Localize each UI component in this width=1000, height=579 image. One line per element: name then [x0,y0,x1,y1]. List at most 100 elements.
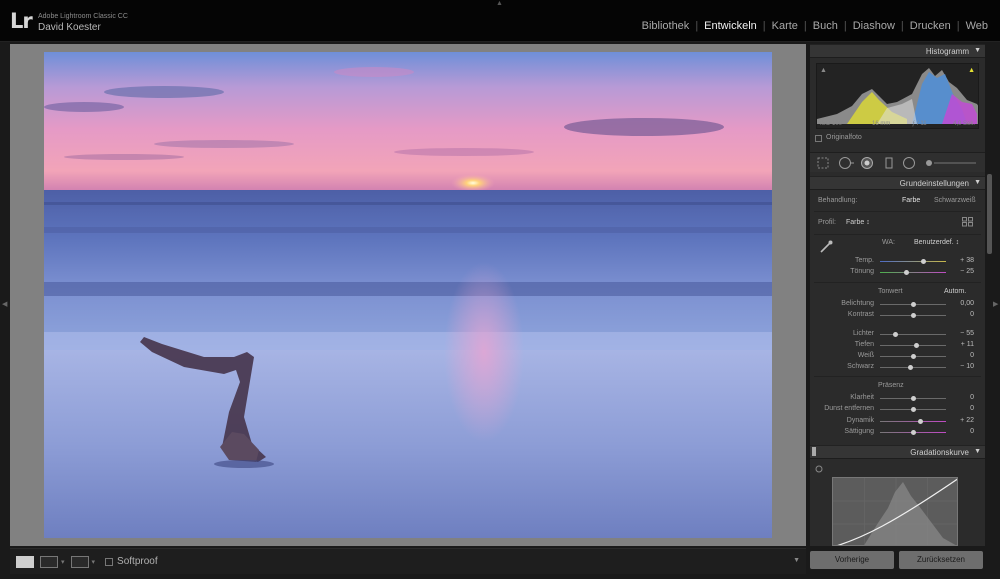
slider-knob[interactable] [911,354,916,359]
highlight-clipping-icon[interactable]: ▲ [968,67,975,74]
adjustment-brush-slider[interactable] [924,156,976,170]
crop-icon[interactable] [816,156,830,170]
slider-value[interactable]: 0,00 [948,300,974,307]
profile-dropdown[interactable]: Farbe ↕ [846,219,870,226]
photo-preview[interactable] [44,52,772,538]
slider-track[interactable] [880,345,946,346]
toolbar-content-dropdown-icon[interactable]: ▼ [793,557,800,564]
loupe-view-button[interactable] [16,555,34,568]
slider-track[interactable] [880,367,946,368]
right-panel-toggle-icon[interactable]: ▶ [993,300,998,308]
slider-value[interactable]: − 10 [948,363,974,370]
divider [814,376,981,377]
red-eye-icon[interactable] [860,156,874,170]
module-buch[interactable]: Buch [807,20,844,32]
histogram-header[interactable]: Histogramm ▼ [810,44,985,58]
slider-knob[interactable] [911,313,916,318]
slider-knob[interactable] [911,407,916,412]
histogram-chart[interactable]: ▲ ▲ ISO 100 16 mm ƒ / 11 4,0 Sek. [816,63,979,129]
slider-label: Kontrast [847,311,874,318]
radial-filter-icon[interactable] [902,156,916,170]
slider-label: Dynamik [846,417,874,424]
photo-image [44,52,772,538]
slider-value[interactable]: + 38 [948,257,974,264]
treatment-bw-option[interactable]: Schwarzweiß [934,197,976,204]
histogram-title: Histogramm [925,47,969,56]
left-panel-toggle-icon[interactable]: ◀ [2,300,7,308]
histogram-graph [817,68,978,124]
spot-removal-icon[interactable] [838,156,854,170]
slider-value[interactable]: 0 [948,311,974,318]
slider-knob[interactable] [914,343,919,348]
slider-value[interactable]: 0 [948,405,974,412]
reset-button[interactable]: Zurücksetzen [899,551,983,569]
module-diashow[interactable]: Diashow [847,20,901,32]
slider-value[interactable]: 0 [948,352,974,359]
treatment-label: Behandlung: [818,197,858,204]
collapse-tone-curve-icon[interactable]: ▼ [974,448,981,455]
slider-value[interactable]: + 22 [948,417,974,424]
module-entwickeln[interactable]: Entwickeln [698,20,763,32]
slider-track[interactable] [880,272,946,273]
slider-track[interactable] [880,334,946,335]
slider-knob[interactable] [911,302,916,307]
profile-browser-icon[interactable] [962,217,974,227]
slider-knob[interactable] [921,259,926,264]
shadow-clipping-icon[interactable]: ▲ [820,67,827,74]
slider-track[interactable] [880,421,946,422]
slider-label: Dunst entfernen [824,405,874,412]
slider-value[interactable]: − 25 [948,268,974,275]
before-after-swap-button[interactable] [70,555,89,568]
identity-plate-user: David Koester [38,22,101,33]
top-panel-toggle-icon[interactable]: ▲ [496,0,503,7]
panel-scrollbar[interactable] [987,44,992,546]
basic-panel-header[interactable]: Grundeinstellungen ▼ [810,176,985,190]
tone-curve-graph[interactable] [832,477,958,546]
tone-curve-header[interactable]: Gradationskurve ▼ [810,445,985,459]
module-picker: Bibliothek | Entwickeln | Karte | Buch |… [636,20,994,32]
graduated-filter-icon[interactable] [882,156,896,170]
softproof-label: Softproof [117,556,158,567]
slider-knob[interactable] [911,430,916,435]
panel-scrollbar-thumb[interactable] [987,174,992,254]
module-drucken[interactable]: Drucken [904,20,957,32]
white-balance-dropdown[interactable]: Benutzerdef. ↕ [914,239,959,246]
original-photo-checkbox[interactable] [815,135,822,142]
eyedropper-icon[interactable] [818,239,834,255]
view-toolbar: ▾ ▾ Softproof ▼ [10,548,806,574]
slider-knob[interactable] [908,365,913,370]
slider-track[interactable] [880,261,946,262]
before-after-view-button[interactable] [40,555,58,568]
slider-label: Belichtung [841,300,874,307]
iso-value: ISO 100 [820,121,843,127]
slider-value[interactable]: + 11 [948,341,974,348]
collapse-basic-icon[interactable]: ▼ [974,179,981,186]
auto-tone-button[interactable]: Autom. [944,288,966,295]
divider [814,211,981,212]
slider-value[interactable]: 0 [948,428,974,435]
focal-length-value: 16 mm [872,121,891,127]
profile-label: Profil: [818,219,836,226]
softproof-checkbox[interactable] [105,557,114,566]
slider-value[interactable]: − 55 [948,330,974,337]
before-after-dropdown-icon[interactable]: ▾ [61,558,65,566]
targeted-adjustment-icon[interactable] [815,465,823,473]
collapse-histogram-icon[interactable]: ▼ [974,47,981,54]
slider-label: Tiefen [854,341,874,348]
module-web[interactable]: Web [960,20,994,32]
swap-dropdown-icon[interactable]: ▾ [92,558,96,566]
slider-value[interactable]: 0 [948,394,974,401]
previous-button[interactable]: Vorherige [810,551,894,569]
slider-knob[interactable] [893,332,898,337]
divider [814,282,981,283]
tone-label: Tonwert [878,288,903,295]
aperture-value: ƒ / 11 [912,121,927,127]
treatment-color-option[interactable]: Farbe [902,197,920,204]
slider-knob[interactable] [911,396,916,401]
module-karte[interactable]: Karte [766,20,804,32]
slider-knob[interactable] [918,419,923,424]
panel-switch-icon[interactable] [812,447,816,456]
shutter-value: 4,0 Sek. [953,121,976,127]
module-bibliothek[interactable]: Bibliothek [636,20,696,32]
slider-knob[interactable] [904,270,909,275]
